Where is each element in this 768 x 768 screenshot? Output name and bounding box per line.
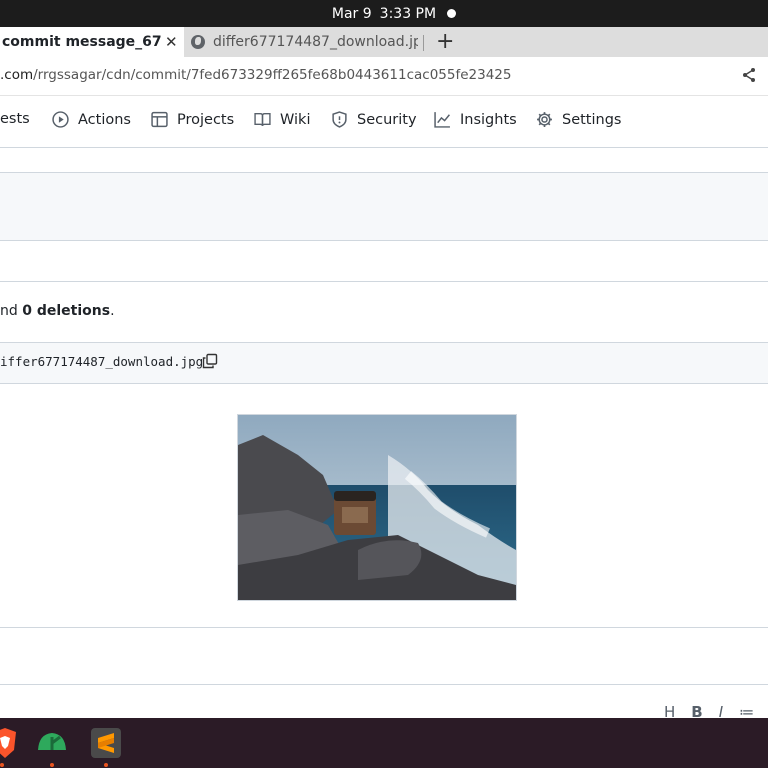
- image-preview: [237, 414, 517, 601]
- tab-differ-download[interactable]: differ677174487_download.jp: [186, 27, 422, 57]
- divider: [0, 172, 768, 173]
- summary-suffix: .: [110, 303, 115, 319]
- repo-nav: ests Actions Projects Wiki Security Insi…: [0, 96, 768, 148]
- beach-jar-photo: [238, 415, 516, 600]
- system-top-bar: Mar 9 3:33 PM: [0, 0, 768, 27]
- running-indicator: [0, 763, 4, 767]
- book-icon: [254, 112, 271, 126]
- nav-insights[interactable]: Insights: [434, 111, 517, 128]
- status-dot-icon[interactable]: [447, 9, 456, 18]
- commit-header-band: [0, 173, 768, 240]
- nav-pull-requests[interactable]: ests: [0, 111, 30, 127]
- url-text[interactable]: .com/rrgssagar/cdn/commit/7fed673329ff26…: [0, 67, 511, 83]
- nav-label: Settings: [562, 111, 622, 128]
- summary-deletions: 0 deletions: [22, 303, 111, 319]
- tab-commit-message[interactable]: commit message_6771 ✕: [0, 27, 184, 57]
- copy-icon[interactable]: [202, 353, 218, 369]
- running-indicator: [104, 763, 108, 767]
- url-path: /rrgssagar/cdn/commit/7fed673329ff265fe6…: [33, 67, 512, 83]
- file-header: iffer677174487_download.jpg: [0, 343, 768, 383]
- address-bar[interactable]: .com/rrgssagar/cdn/commit/7fed673329ff26…: [0, 57, 768, 96]
- diff-summary: nd 0 deletions.: [0, 303, 115, 319]
- nav-label: Wiki: [280, 111, 311, 128]
- divider: [0, 281, 768, 282]
- brave-browser-icon[interactable]: [0, 726, 22, 760]
- table-icon: [151, 111, 168, 128]
- divider: [0, 240, 768, 241]
- gear-icon: [537, 112, 552, 127]
- url-host: .com: [0, 67, 34, 83]
- nav-label: Projects: [177, 111, 235, 128]
- nav-label: Actions: [78, 111, 131, 128]
- nav-label: Insights: [460, 111, 517, 128]
- nav-label: ests: [0, 111, 30, 127]
- divider: [0, 383, 768, 384]
- close-icon[interactable]: ✕: [165, 33, 178, 51]
- nav-projects[interactable]: Projects: [151, 111, 234, 128]
- anydesk-icon[interactable]: [35, 726, 69, 760]
- tab-separator: [423, 35, 424, 51]
- nav-label: Security: [357, 111, 417, 128]
- system-date[interactable]: Mar 9: [332, 6, 372, 22]
- play-icon: [52, 111, 69, 128]
- nav-settings[interactable]: Settings: [536, 111, 621, 128]
- graph-icon: [434, 112, 450, 128]
- nav-wiki[interactable]: Wiki: [254, 111, 310, 128]
- divider: [0, 627, 768, 628]
- sublime-text-icon[interactable]: [89, 726, 123, 760]
- globe-icon: [191, 35, 205, 49]
- summary-prefix: nd: [0, 303, 23, 319]
- file-name[interactable]: iffer677174487_download.jpg: [0, 354, 203, 369]
- shield-icon: [332, 111, 347, 128]
- nav-actions[interactable]: Actions: [52, 111, 131, 128]
- nav-security[interactable]: Security: [331, 111, 417, 128]
- running-indicator: [50, 763, 54, 767]
- share-icon[interactable]: [741, 67, 757, 83]
- tab-title: differ677174487_download.jp: [213, 34, 418, 50]
- tab-strip: commit message_6771 ✕ differ677174487_do…: [0, 27, 768, 57]
- system-time[interactable]: 3:33 PM: [380, 6, 436, 22]
- divider: [0, 684, 768, 685]
- tab-title: commit message_6771: [2, 34, 162, 50]
- new-tab-button[interactable]: +: [436, 28, 454, 56]
- app-dock: [0, 718, 768, 768]
